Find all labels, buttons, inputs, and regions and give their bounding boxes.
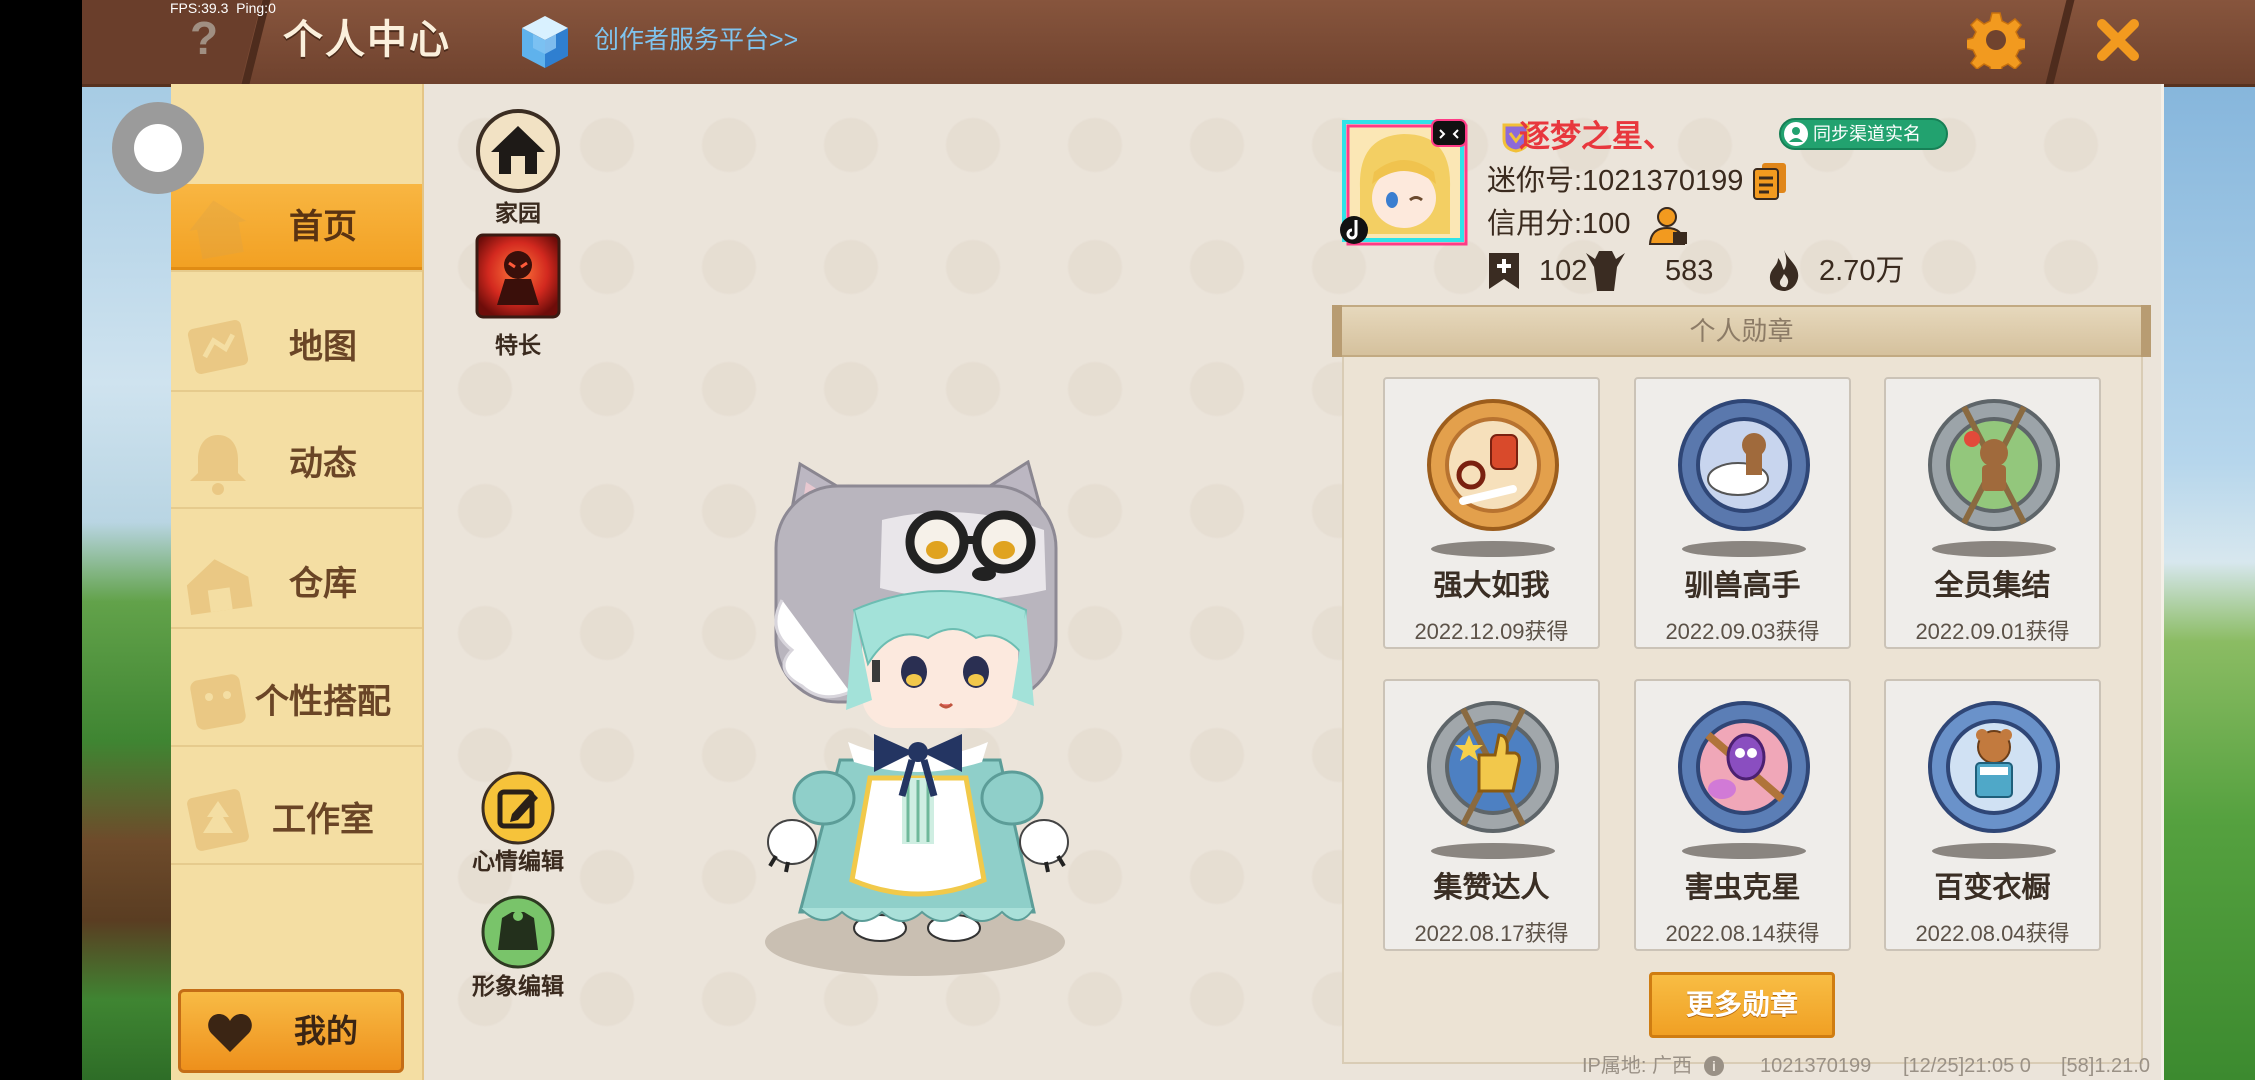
- divider: [171, 863, 422, 865]
- question-icon[interactable]: ?: [190, 8, 218, 68]
- sidebar-item-studio[interactable]: 工作室: [171, 777, 422, 863]
- thumbs-up-medal-icon: [1427, 701, 1559, 859]
- heart-icon: [208, 1014, 252, 1052]
- sidebar-item-feed[interactable]: 动态: [171, 421, 422, 507]
- sidebar-item-map[interactable]: 地图: [171, 304, 422, 390]
- medal-card[interactable]: 强大如我 2022.12.09获得: [1383, 377, 1600, 649]
- more-medals-label: 更多勋章: [1685, 989, 1798, 1020]
- likes-icon: [1586, 251, 1625, 291]
- medal-name: 驯兽高手: [1684, 570, 1801, 602]
- page-title: 个人中心: [283, 18, 451, 62]
- person-check-icon: [1784, 122, 1808, 146]
- avatar[interactable]: [1340, 118, 1470, 248]
- ip-location: IP属地: 广西: [1582, 1055, 1693, 1077]
- credit-score: 信用分:100: [1487, 208, 1631, 240]
- medal-card[interactable]: 全员集结 2022.09.01获得: [1884, 377, 2101, 649]
- medal-name: 集赞达人: [1433, 872, 1550, 904]
- wardrobe-medal-icon: [1928, 701, 2060, 859]
- medal-card[interactable]: 害虫克星 2022.08.14获得: [1634, 679, 1851, 951]
- medal-date: 2022.09.01获得: [1915, 619, 2070, 644]
- home-icon[interactable]: [475, 108, 561, 194]
- fps-readout: FPS:39.3 Ping:0: [170, 0, 276, 16]
- footer-version: [58]1.21.0: [2061, 1055, 2150, 1077]
- sync-real-name-button[interactable]: 同步渠道实名: [1779, 118, 1948, 150]
- my-button[interactable]: 我的: [178, 989, 404, 1073]
- sidebar-item-outfit[interactable]: 个性搭配: [171, 659, 422, 745]
- medal-card[interactable]: 集赞达人 2022.08.17获得: [1383, 679, 1600, 951]
- divider: [171, 507, 422, 509]
- medal-card[interactable]: 驯兽高手 2022.09.03获得: [1634, 377, 1851, 649]
- bug-medal-icon: [1678, 701, 1810, 859]
- bookmark-icon: [1489, 253, 1519, 289]
- sidebar-item-label: 首页: [289, 208, 357, 246]
- info-icon[interactable]: i: [1704, 1056, 1724, 1076]
- medal-date: 2022.12.09获得: [1414, 619, 1569, 644]
- medal-name: 害虫克星: [1684, 872, 1801, 904]
- footer-timestamp: [12/25]21:05 0: [1903, 1055, 2031, 1077]
- sidebar-item-label: 地图: [289, 328, 357, 366]
- cube-icon[interactable]: [520, 14, 570, 70]
- appearance-edit-label: 形象编辑: [472, 973, 564, 999]
- medal-name: 全员集结: [1934, 570, 2051, 602]
- mood-edit-icon[interactable]: [480, 770, 556, 846]
- talent-icon[interactable]: [475, 233, 561, 319]
- creator-platform-link[interactable]: 创作者服务平台>>: [594, 24, 798, 56]
- team-medal-icon: [1928, 399, 2060, 557]
- sidebar-item-label: 工作室: [272, 801, 374, 839]
- beast-tamer-medal-icon: [1678, 399, 1810, 557]
- gear-icon[interactable]: [1967, 11, 2025, 69]
- medal-section-title: 个人勋章: [1689, 316, 1794, 346]
- player-character[interactable]: [762, 460, 1072, 980]
- sidebar-item-label: 个性搭配: [255, 683, 391, 721]
- mood-edit-label: 心情编辑: [472, 848, 564, 874]
- appearance-edit-icon[interactable]: [480, 894, 556, 970]
- divider: [171, 627, 422, 629]
- flame-icon: [1769, 250, 1799, 291]
- likes-count: 583: [1665, 255, 1714, 287]
- copy-icon[interactable]: [1752, 161, 1788, 201]
- medal-date: 2022.08.04获得: [1915, 921, 2070, 946]
- game-scene-right: [2164, 84, 2255, 1080]
- medal-date: 2022.08.14获得: [1665, 921, 1820, 946]
- divider: [171, 390, 422, 392]
- sync-real-name-label: 同步渠道实名: [1813, 124, 1921, 144]
- credit-person-icon[interactable]: [1647, 206, 1690, 247]
- collections-count: 102: [1539, 255, 1588, 287]
- talent-label: 特长: [495, 332, 541, 358]
- mini-id: 迷你号:1021370199: [1487, 165, 1744, 197]
- footer-uid: 1021370199: [1760, 1055, 1872, 1077]
- floating-toggle-button[interactable]: [112, 102, 204, 194]
- sidebar-item-label: 仓库: [289, 565, 357, 603]
- sidebar-item-warehouse[interactable]: 仓库: [171, 541, 422, 627]
- game-scene-left: [82, 84, 171, 1080]
- divider: [171, 745, 422, 747]
- my-button-label: 我的: [293, 1013, 358, 1049]
- close-icon[interactable]: [2094, 16, 2142, 64]
- medal-name: 强大如我: [1433, 570, 1550, 602]
- popularity-count: 2.70万: [1819, 255, 1905, 287]
- divider: [171, 270, 422, 272]
- fist-medal-icon: [1427, 399, 1559, 557]
- more-medals-button[interactable]: 更多勋章: [1649, 972, 1835, 1038]
- home-label: 家园: [495, 200, 541, 226]
- medal-name: 百变衣橱: [1934, 872, 2051, 904]
- medal-date: 2022.09.03获得: [1665, 619, 1820, 644]
- sidebar-item-label: 动态: [289, 445, 357, 483]
- medal-date: 2022.08.17获得: [1414, 921, 1569, 946]
- sidebar-item-home[interactable]: 首页: [171, 184, 422, 270]
- player-name: 逐梦之星、: [1519, 119, 1674, 154]
- medal-card[interactable]: 百变衣橱 2022.08.04获得: [1884, 679, 2101, 951]
